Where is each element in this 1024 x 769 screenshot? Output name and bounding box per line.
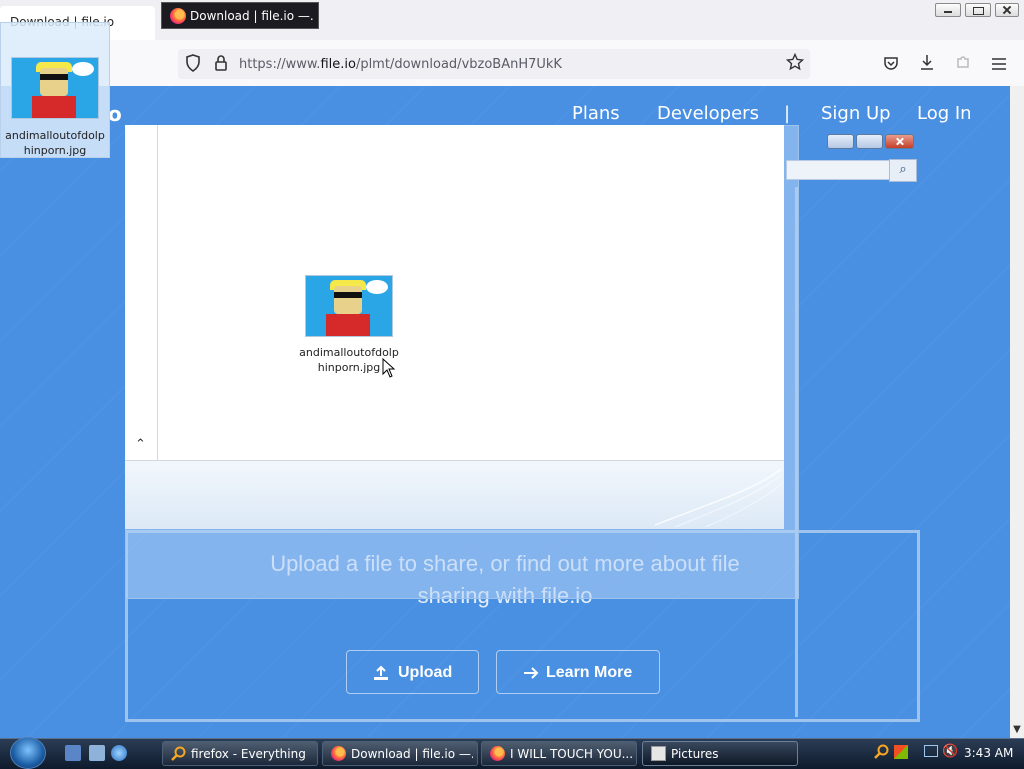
explorer-window-controls: [827, 134, 917, 152]
dragged-file-item[interactable]: andimalloutofdolp hinporn.jpg: [0, 22, 110, 158]
navigation-toolbar: https://www.file.io/plmt/download/vbzoBA…: [0, 40, 1024, 87]
search-icon[interactable]: ⌕: [889, 159, 917, 182]
chevron-up-icon[interactable]: ⌃: [135, 437, 146, 452]
windows-flag-icon[interactable]: [894, 745, 908, 759]
switch-windows-icon[interactable]: [89, 745, 105, 761]
lock-icon[interactable]: [214, 54, 228, 76]
tab-active[interactable]: Download | file.io —...: [161, 2, 319, 29]
dragged-file-name-line1: andimalloutofdolp: [5, 129, 105, 142]
firefox-icon: [490, 746, 505, 761]
volume-muted-icon[interactable]: 🔇: [942, 744, 958, 759]
explorer-details-pane: [125, 461, 784, 529]
taskbar-item-firefox-other[interactable]: I WILL TOUCH YOU...: [481, 741, 637, 766]
page-scrollbar[interactable]: [1010, 86, 1024, 738]
extensions-icon[interactable]: [955, 54, 971, 74]
firefox-icon: [170, 8, 186, 24]
url-path: /plmt/download/vbzoBAnH7UkK: [355, 57, 562, 72]
dragged-file-name-line2: hinporn.jpg: [23, 144, 87, 157]
site-logo[interactable]: o: [108, 102, 122, 126]
url-bar[interactable]: https://www.file.io/plmt/download/vbzoBA…: [178, 49, 810, 79]
nav-separator: |: [784, 103, 791, 124]
clock[interactable]: 3:43 AM: [964, 746, 1013, 760]
taskbar-item-label: firefox - Everything: [191, 747, 306, 761]
nav-log-in[interactable]: Log In: [917, 103, 972, 124]
window-right-pane: [795, 187, 920, 717]
url-text[interactable]: https://www.file.io/plmt/download/vbzoBA…: [239, 57, 562, 72]
restore-button[interactable]: [965, 3, 991, 17]
dragged-image-thumbnail: [11, 57, 99, 119]
explorer-maximize-button[interactable]: [856, 134, 883, 149]
network-icon[interactable]: [924, 745, 938, 757]
url-domain: file.io: [320, 57, 356, 72]
menu-icon[interactable]: [992, 55, 1006, 74]
explorer-minimize-button[interactable]: [827, 134, 854, 149]
folder-pictures-icon: [651, 746, 666, 761]
nav-developers[interactable]: Developers: [657, 103, 759, 124]
taskbar-item-label: Pictures: [671, 747, 719, 761]
show-desktop-icon[interactable]: [65, 745, 81, 761]
taskbar-item-label: Download | file.io —...: [351, 747, 473, 761]
internet-explorer-icon[interactable]: [111, 745, 127, 761]
close-button[interactable]: [995, 3, 1019, 17]
minimize-button[interactable]: [935, 3, 961, 17]
url-prefix: https://www.: [239, 57, 321, 72]
explorer-close-button[interactable]: [885, 134, 914, 149]
details-pane-swoosh: [654, 468, 784, 527]
search-tray-icon[interactable]: [874, 744, 890, 763]
taskbar-item-everything[interactable]: firefox - Everything: [162, 741, 318, 766]
system-tray: 🔇 3:43 AM: [870, 741, 1020, 766]
taskbar-item-pictures[interactable]: Pictures: [642, 741, 798, 766]
tab-active-title: Download | file.io —...: [190, 9, 314, 23]
explorer-content-pane[interactable]: [125, 125, 784, 461]
search-magnifier-icon: [171, 746, 186, 761]
taskbar-item-firefox-download[interactable]: Download | file.io —...: [322, 741, 478, 766]
bookmark-star-icon[interactable]: [785, 52, 805, 75]
taskbar-item-label: I WILL TOUCH YOU...: [510, 747, 632, 761]
pocket-icon[interactable]: [883, 55, 899, 75]
image-thumbnail: [305, 275, 393, 337]
nav-sign-up[interactable]: Sign Up: [821, 103, 891, 124]
firefox-icon: [331, 746, 346, 761]
explorer-search-input[interactable]: [786, 160, 890, 180]
navigation-pane-divider[interactable]: [157, 125, 158, 460]
start-button[interactable]: [10, 737, 46, 769]
download-icon[interactable]: [919, 54, 935, 75]
nav-plans[interactable]: Plans: [572, 103, 620, 124]
scroll-down-arrow-icon[interactable]: ▼: [1010, 724, 1024, 738]
shield-icon[interactable]: [185, 54, 201, 76]
